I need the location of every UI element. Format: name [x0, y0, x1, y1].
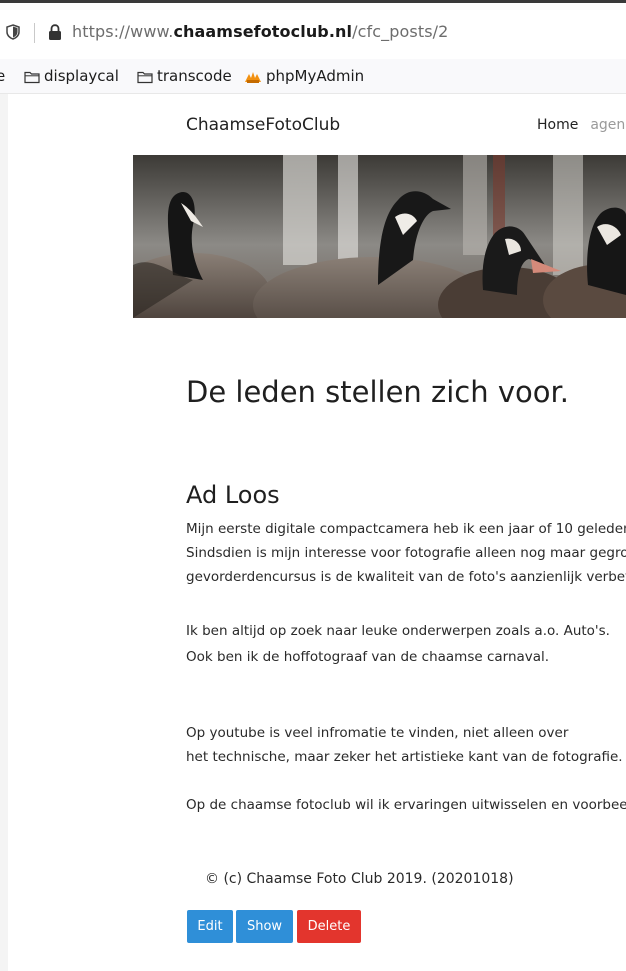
nav-home-link[interactable]: Home: [537, 117, 578, 133]
post-line: Op de chaamse fotoclub wil ik ervaringen…: [186, 797, 626, 813]
post-line: Ik ben altijd op zoek naar leuke onderwe…: [186, 623, 610, 639]
bookmark-label: displaycal: [44, 67, 119, 85]
footer-copyright: © (c) Chaamse Foto Club 2019. (20201018): [205, 871, 514, 887]
url-text[interactable]: https://www.chaamsefotoclub.nl/cfc_posts…: [72, 22, 448, 42]
bookmark-cut-off[interactable]: e: [0, 66, 6, 86]
post-line: Mijn eerste digitale compactcamera heb i…: [186, 521, 626, 537]
lock-icon[interactable]: [48, 24, 62, 41]
post-author: Ad Loos: [186, 481, 280, 509]
post-line: gevorderdencursus is de kwaliteit van de…: [186, 569, 626, 585]
post-line: Op youtube is veel infromatie te vinden,…: [186, 725, 569, 741]
bookmarks-bar: e displaycal transcode phpMyAdmin: [0, 59, 626, 94]
bookmark-displaycal[interactable]: displaycal: [24, 66, 119, 86]
bookmark-label: phpMyAdmin: [266, 67, 365, 85]
site-brand[interactable]: ChaamseFotoClub: [186, 114, 340, 136]
bookmark-transcode[interactable]: transcode: [137, 66, 232, 86]
url-bar[interactable]: https://www.chaamsefotoclub.nl/cfc_posts…: [0, 3, 626, 59]
phpmyadmin-icon: [245, 72, 261, 83]
nav-agenda-link[interactable]: agenda: [590, 117, 626, 133]
folder-icon: [24, 71, 40, 84]
bookmark-phpmyadmin[interactable]: phpMyAdmin: [244, 66, 364, 86]
post-line: het technische, maar zeker het artistiek…: [186, 749, 623, 765]
delete-button[interactable]: Delete: [297, 910, 361, 943]
site-nav: Home agenda: [537, 115, 626, 135]
bookmark-label: transcode: [157, 67, 232, 85]
url-host: chaamsefotoclub.nl: [173, 22, 353, 41]
post-line: Ook ben ik de hoffotograaf van de chaams…: [186, 649, 550, 665]
url-scheme: https://www.: [72, 22, 174, 41]
edit-button[interactable]: Edit: [187, 910, 233, 943]
url-separator: [34, 23, 35, 43]
folder-icon: [137, 71, 153, 84]
page-viewport: ChaamseFotoClub Home agenda: [0, 94, 626, 971]
page-title: De leden stellen zich voor.: [186, 375, 569, 409]
post-line: Sindsdien is mijn interesse voor fotogra…: [186, 545, 626, 561]
banner-image: [133, 155, 626, 318]
shield-icon[interactable]: [6, 24, 20, 40]
url-path: /cfc_posts/2: [352, 22, 449, 41]
show-button[interactable]: Show: [236, 910, 293, 943]
